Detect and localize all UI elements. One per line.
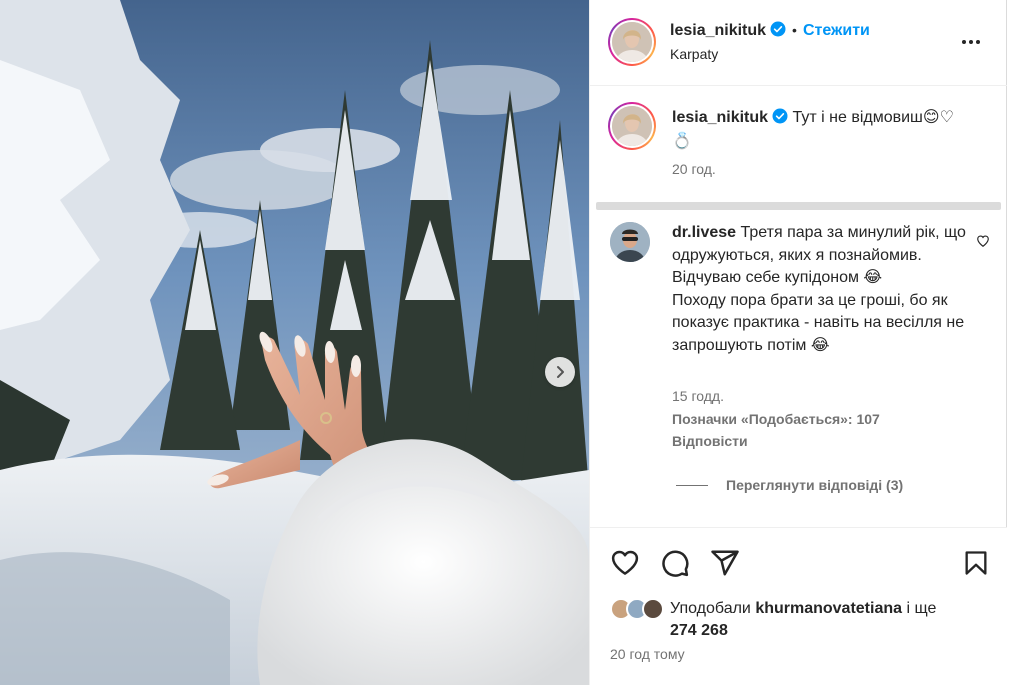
bookmark-icon (965, 551, 987, 575)
author-username[interactable]: lesia_nikituk (670, 22, 766, 39)
like-button[interactable] (610, 548, 640, 583)
snowy-forest-hand-image (0, 0, 589, 685)
reply-button[interactable]: Відповісти (672, 433, 748, 449)
post-location[interactable]: Karpaty (670, 46, 718, 62)
liked-by-and: і ще (906, 600, 937, 617)
verified-icon (772, 108, 788, 124)
comment-like-button[interactable] (976, 234, 990, 253)
liked-by-avatars[interactable] (610, 598, 664, 620)
share-button[interactable] (710, 548, 740, 583)
heart-icon (977, 235, 989, 247)
comment-text-part2: Походу пора брати за це гроші, бо як пок… (672, 291, 965, 354)
liked-by-text: Уподобали khurmanovatetiana і ще 274 268 (670, 598, 970, 642)
separator-dot: • (792, 22, 797, 38)
author-avatar[interactable] (608, 18, 656, 66)
post-side-panel: lesia_nikituk • Стежити Karpaty lesia_niki… (589, 0, 1007, 685)
view-replies-button[interactable]: Переглянути відповіді (3) (676, 477, 903, 493)
liked-by-prefix: Уподобали (670, 600, 751, 617)
caption-username[interactable]: lesia_nikituk (672, 109, 768, 126)
post-timestamp[interactable]: 20 год тому (610, 646, 685, 662)
comments-scrollbar[interactable] (596, 202, 1001, 210)
share-icon (711, 550, 739, 576)
comment-timestamp[interactable]: 15 годд. (672, 388, 724, 404)
caption-author-avatar[interactable] (608, 102, 656, 150)
chevron-right-icon (557, 366, 564, 378)
avatar-photo (612, 106, 652, 146)
save-button[interactable] (962, 548, 990, 583)
verified-icon (770, 21, 786, 37)
comment-button[interactable] (660, 548, 690, 583)
commenter-avatar[interactable] (610, 222, 650, 262)
avatar-photo (610, 222, 650, 262)
post-caption: lesia_nikituk Тут і не відмовиш😊♡💍 20 го… (590, 86, 1007, 206)
post-photo[interactable] (0, 0, 589, 685)
more-icon (962, 40, 980, 44)
heart-icon (611, 550, 639, 575)
post-header: lesia_nikituk • Стежити Karpaty (590, 0, 1007, 86)
comment-likes-count[interactable]: Позначки «Подобається»: 107 (672, 411, 880, 427)
more-options-button[interactable] (961, 32, 981, 50)
liked-by-user[interactable]: khurmanovatetiana (755, 600, 902, 617)
comment-icon (662, 550, 689, 577)
caption-timestamp[interactable]: 20 год. (672, 161, 716, 177)
next-image-button[interactable] (545, 357, 575, 387)
commenter-username[interactable]: dr.livese (672, 224, 736, 241)
post-actions: Уподобали khurmanovatetiana і ще 274 268… (590, 527, 1007, 685)
follow-button[interactable]: Стежити (803, 22, 870, 39)
liker-avatar (642, 598, 664, 620)
likes-count[interactable]: 274 268 (670, 622, 728, 639)
view-replies-label: Переглянути відповіді (3) (726, 477, 904, 493)
liked-by-row: Уподобали khurmanovatetiana і ще 274 268 (610, 598, 970, 642)
avatar-photo (612, 22, 652, 62)
replies-line (676, 484, 708, 486)
